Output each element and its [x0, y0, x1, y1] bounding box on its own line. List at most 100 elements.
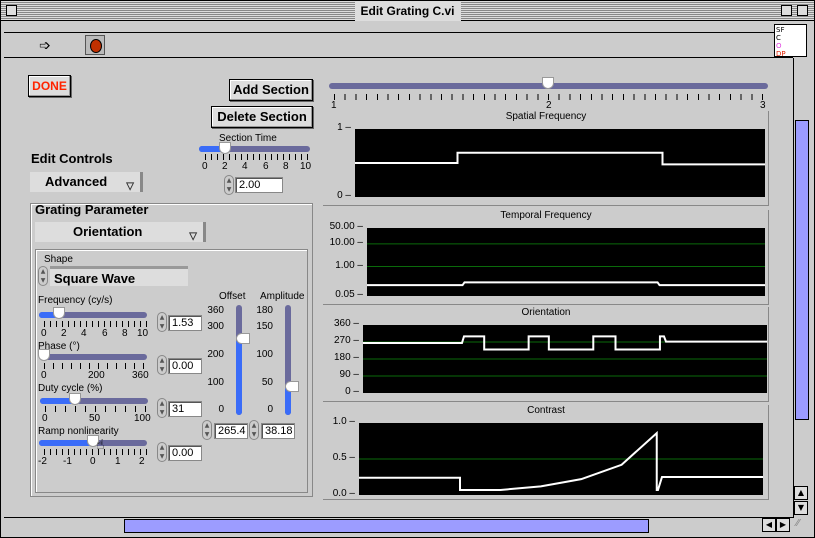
tick-label: 50	[261, 377, 273, 388]
tick-label: 1	[115, 456, 121, 467]
y-tick-label: 1.00 –	[335, 259, 363, 271]
graph-title: Temporal Frequency	[500, 210, 592, 221]
y-tick-label: 0 –	[345, 386, 359, 397]
section-slider-thumb[interactable]	[542, 77, 554, 89]
offset-label: Offset	[219, 291, 246, 302]
window-title: Edit Grating C.vi	[354, 1, 461, 21]
resize-grip-icon[interactable]: ⁄⁄	[796, 518, 810, 532]
amplitude-thumb[interactable]	[285, 381, 299, 392]
tick-label: 10	[137, 328, 149, 339]
edit-controls-label: Edit Controls	[31, 151, 113, 166]
tick-label: 6	[263, 161, 269, 172]
section-time-ticks	[205, 154, 308, 160]
edit-controls-value: Advanced	[45, 174, 108, 189]
section-time-spinner[interactable]: ▲ ▼	[224, 175, 234, 195]
series-line	[359, 430, 763, 491]
frequency-ticks	[44, 321, 147, 327]
offset-thumb[interactable]	[236, 333, 250, 344]
tick-label: 0	[218, 404, 224, 415]
phase-spinner[interactable]: ▲ ▼	[157, 355, 167, 375]
y-tick-label: 1.0 –	[332, 416, 355, 427]
tick-label: -1	[63, 456, 72, 467]
tick-label: 100	[134, 413, 151, 424]
tick-label: 10	[300, 161, 312, 172]
tick-label: 0	[41, 370, 47, 381]
ramp-spinner[interactable]: ▲ ▼	[157, 442, 167, 462]
vertical-scroll-thumb[interactable]	[795, 120, 809, 420]
tick-label: 50	[89, 413, 101, 424]
phase-ticks	[44, 363, 147, 369]
y-tick-label: 0.05 –	[335, 289, 363, 300]
y-tick-label: 90 –	[339, 369, 359, 380]
grating-parameter-label: Grating Parameter	[35, 202, 149, 217]
duty-cycle-spinner[interactable]: ▲ ▼	[157, 398, 167, 418]
shape-ring[interactable]: Square Wave	[50, 266, 188, 286]
graph-title: Contrast	[527, 405, 565, 416]
vi-icon: SF C O DP	[774, 24, 807, 58]
ramp-field[interactable]: 0.00	[168, 445, 202, 461]
phase-thumb[interactable]	[38, 349, 50, 361]
phase-field[interactable]: 0.00	[168, 358, 202, 374]
y-tick-label: 50.00 –	[329, 221, 363, 232]
scroll-right-icon[interactable]: ▶	[776, 518, 790, 532]
graph-title: Spatial Frequency	[505, 111, 587, 122]
vi-icon-text-sf: SF	[776, 26, 785, 34]
toolbar-divider	[4, 32, 774, 33]
amplitude-spinner[interactable]: ▲ ▼	[249, 420, 259, 440]
scroll-up-icon[interactable]: ▲	[794, 486, 808, 500]
edit-controls-menu[interactable]: Advanced ▽	[30, 172, 143, 192]
tick-label: 8	[283, 161, 289, 172]
offset-spinner[interactable]: ▲ ▼	[202, 420, 212, 440]
done-button[interactable]: DONE	[28, 75, 71, 97]
run-arrow-icon[interactable]: ➩	[39, 38, 51, 54]
dropdown-triangle-icon: ▽	[189, 231, 197, 242]
frequency-thumb[interactable]	[53, 307, 65, 319]
tick-label: 150	[256, 321, 273, 332]
tick-label: 2	[546, 100, 552, 111]
series-line	[355, 151, 765, 166]
tick-label: 360	[207, 305, 224, 316]
zoom-box-icon[interactable]	[781, 5, 792, 16]
scroll-left-icon[interactable]: ◀	[762, 518, 776, 532]
horizontal-scrollbar[interactable]: ◀ ▶	[4, 517, 793, 533]
horizontal-scroll-thumb[interactable]	[124, 519, 649, 533]
tick-label: 0	[41, 328, 47, 339]
dropdown-triangle-icon: ▽	[126, 181, 134, 192]
hand-cursor-icon: ☝	[96, 437, 105, 453]
y-tick-label: 10.00 –	[329, 236, 363, 248]
ramp-nonlinearity-label: Ramp nonlinearity	[38, 426, 119, 437]
tick-label: 2	[61, 328, 67, 339]
series-line	[367, 281, 765, 287]
collapse-box-icon[interactable]	[797, 5, 808, 16]
amplitude-field[interactable]: 38.18	[261, 423, 295, 439]
tick-label: 4	[81, 328, 87, 339]
tick-label: 100	[207, 377, 224, 388]
window: Edit Grating C.vi ➩ SF C O DP DONE Add S…	[0, 0, 815, 538]
vi-icon-text-c: C	[776, 34, 781, 42]
close-box-icon[interactable]	[6, 5, 17, 16]
grating-parameter-menu[interactable]: Orientation ▽	[35, 222, 206, 242]
scroll-down-icon[interactable]: ▼	[794, 501, 808, 515]
add-section-button[interactable]: Add Section	[229, 79, 313, 101]
duty-cycle-thumb[interactable]	[69, 393, 81, 405]
title-bar[interactable]: Edit Grating C.vi	[1, 1, 814, 21]
tick-label: 0	[42, 413, 48, 424]
tick-label: 0	[202, 161, 208, 172]
section-time-field[interactable]: 2.00	[235, 177, 283, 193]
shape-spinner[interactable]: ▲ ▼	[38, 266, 48, 286]
offset-field[interactable]: 265.4	[214, 423, 248, 439]
y-tick-label: 360 –	[333, 318, 359, 329]
series-line	[363, 335, 767, 351]
y-tick-label: 0.5 –	[332, 452, 355, 463]
phase-slider[interactable]	[39, 354, 147, 360]
tick-label: 0	[90, 456, 96, 467]
vertical-scrollbar[interactable]: ▲ ▼	[793, 58, 809, 518]
frequency-spinner[interactable]: ▲ ▼	[157, 312, 167, 332]
tick-label: 3	[760, 100, 766, 111]
section-time-thumb[interactable]	[219, 142, 231, 154]
y-tick-label: 270 –	[333, 335, 359, 346]
stop-icon[interactable]	[85, 35, 105, 55]
delete-section-button[interactable]: Delete Section	[211, 106, 313, 128]
tick-label: 1	[331, 100, 337, 111]
plot-contrast	[359, 423, 763, 495]
